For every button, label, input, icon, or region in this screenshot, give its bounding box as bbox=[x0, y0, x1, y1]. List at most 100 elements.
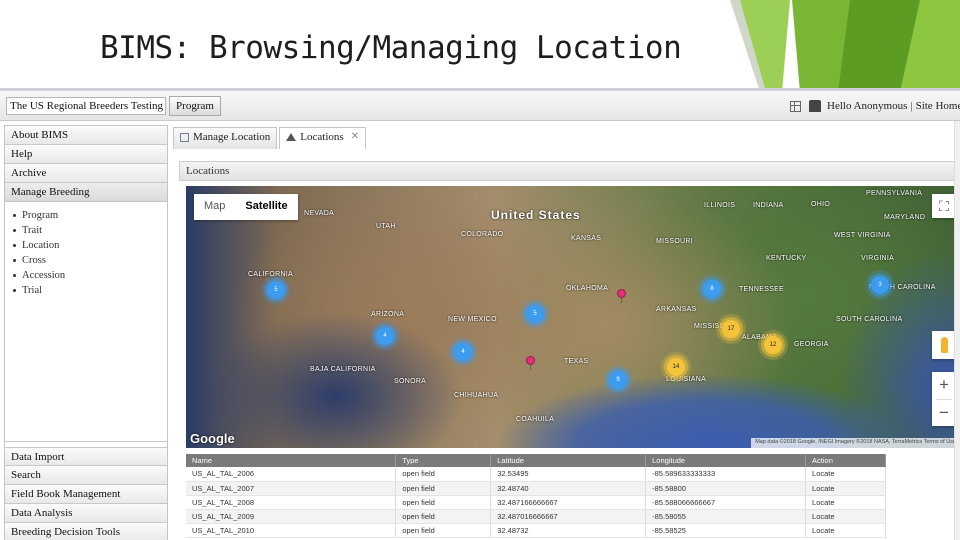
submenu-label: Location bbox=[22, 240, 60, 251]
submenu-item-cross[interactable]: Cross bbox=[13, 253, 167, 268]
state-label: BAJA CALIFORNIA bbox=[310, 366, 376, 373]
state-label: MARYLAND bbox=[884, 214, 926, 221]
sidebar-item-data-analysis[interactable]: Data Analysis bbox=[5, 504, 167, 523]
google-logo: Google bbox=[190, 431, 235, 446]
state-label: NEW MEXICO bbox=[448, 316, 497, 323]
sidebar-item-breeding-decision-tools[interactable]: Breeding Decision Tools bbox=[5, 523, 167, 540]
column-header-type[interactable]: Type bbox=[395, 454, 492, 467]
fullscreen-icon[interactable]: ⛶ bbox=[932, 194, 956, 218]
tab-locations[interactable]: Locations ✕ bbox=[279, 127, 367, 149]
browser-screenshot: The US Regional Breeders Testing Net Pro… bbox=[0, 88, 960, 540]
cell-type: open field bbox=[395, 523, 492, 538]
location-pin[interactable] bbox=[526, 356, 535, 370]
sidebar-item-search[interactable]: Search bbox=[5, 466, 167, 485]
location-pin[interactable] bbox=[617, 289, 626, 303]
zoom-control: + − bbox=[932, 372, 956, 426]
cell-name: US_AL_TAL_2008 bbox=[186, 495, 397, 510]
state-label: VIRGINIA bbox=[861, 255, 895, 262]
state-label: PENNSYLVANIA bbox=[866, 190, 923, 197]
country-label: United States bbox=[491, 208, 581, 222]
state-label: CALIFORNIA bbox=[248, 271, 294, 278]
state-label: TEXAS bbox=[564, 358, 589, 365]
submenu-label: Program bbox=[22, 210, 59, 221]
program-button[interactable]: Program bbox=[169, 96, 221, 116]
separator: | bbox=[910, 100, 913, 112]
site-home-link[interactable]: Site Home bbox=[916, 100, 960, 112]
submenu-item-trial[interactable]: Trial bbox=[13, 283, 167, 298]
terrain-icon bbox=[286, 133, 297, 141]
submenu-label: Accession bbox=[22, 270, 66, 281]
submenu-item-trait[interactable]: Trait bbox=[13, 223, 167, 238]
bullet-icon bbox=[13, 274, 16, 277]
state-label: KENTUCKY bbox=[766, 255, 807, 262]
locate-link[interactable]: Locate bbox=[805, 509, 886, 524]
bullet-icon bbox=[13, 229, 16, 232]
submenu-label: Cross bbox=[22, 255, 46, 266]
sidebar-item-data-import[interactable]: Data Import bbox=[5, 447, 167, 466]
panel-title: Locations bbox=[179, 161, 960, 181]
cluster-marker[interactable]: 5 bbox=[526, 305, 544, 323]
state-label: CHIHUAHUA bbox=[454, 392, 499, 399]
cluster-marker[interactable]: 12 bbox=[764, 336, 782, 354]
submenu-label: Trait bbox=[22, 225, 43, 236]
locate-link[interactable]: Locate bbox=[805, 495, 886, 510]
zoom-out-button[interactable]: − bbox=[932, 400, 956, 427]
cell-latitude: 32.487166666667 bbox=[490, 495, 647, 510]
greeting-text: Hello Anonymous bbox=[827, 100, 908, 112]
column-header-latitude[interactable]: Latitude bbox=[490, 454, 647, 467]
locate-link[interactable]: Locate bbox=[805, 481, 886, 496]
tab-label: Locations bbox=[300, 131, 344, 143]
tab-strip: Manage Location Locations ✕ bbox=[173, 127, 368, 149]
cluster-marker[interactable]: 4 bbox=[376, 327, 394, 345]
user-icon bbox=[809, 100, 821, 112]
sidebar-item-about-bims[interactable]: About BIMS bbox=[5, 126, 167, 145]
cell-type: open field bbox=[395, 481, 492, 496]
state-label: ARKANSAS bbox=[656, 306, 697, 313]
cell-longitude: -85.58055 bbox=[645, 509, 807, 524]
tab-manage-location[interactable]: Manage Location bbox=[173, 127, 278, 149]
sidebar-item-manage-breeding[interactable]: Manage Breeding bbox=[5, 183, 167, 202]
sidebar-item-archive[interactable]: Archive bbox=[5, 164, 167, 183]
column-header-action[interactable]: Action bbox=[805, 454, 886, 467]
cluster-marker[interactable]: 14 bbox=[667, 358, 685, 376]
bullet-icon bbox=[13, 244, 16, 247]
state-label: ARIZONA bbox=[371, 311, 405, 318]
location-map[interactable]: Map Satellite United States PENNSYLVANIA… bbox=[186, 186, 960, 448]
cell-type: open field bbox=[395, 467, 492, 482]
map-attribution: Map data ©2018 Google, INEGI Imagery ©20… bbox=[751, 438, 960, 448]
map-type-satellite[interactable]: Satellite bbox=[235, 194, 297, 220]
bullet-icon bbox=[13, 214, 16, 217]
cell-latitude: 32.53495 bbox=[490, 467, 647, 482]
locate-link[interactable]: Locate bbox=[805, 523, 886, 538]
map-type-map[interactable]: Map bbox=[194, 194, 235, 220]
sidebar-item-field-book-management[interactable]: Field Book Management bbox=[5, 485, 167, 504]
close-icon[interactable]: ✕ bbox=[351, 131, 359, 142]
locate-link[interactable]: Locate bbox=[805, 467, 886, 482]
cluster-marker[interactable]: 8 bbox=[703, 280, 721, 298]
cluster-marker[interactable]: 4 bbox=[454, 343, 472, 361]
submenu-item-program[interactable]: Program bbox=[13, 208, 167, 223]
cluster-marker[interactable]: 3 bbox=[871, 276, 889, 294]
submenu-item-location[interactable]: Location bbox=[13, 238, 167, 253]
submenu-item-accession[interactable]: Accession bbox=[13, 268, 167, 283]
cluster-marker[interactable]: 5 bbox=[267, 281, 285, 299]
street-view-icon[interactable] bbox=[932, 331, 956, 359]
zoom-in-button[interactable]: + bbox=[932, 372, 956, 399]
column-header-longitude[interactable]: Longitude bbox=[645, 454, 807, 467]
table-row: US_AL_TAL_2010 open field 32.48732 -85.5… bbox=[186, 523, 886, 538]
cluster-marker[interactable]: 9 bbox=[609, 371, 627, 389]
table-row: US_AL_TAL_2009 open field 32.48701666666… bbox=[186, 509, 886, 524]
state-label: UTAH bbox=[376, 223, 396, 230]
cell-name: US_AL_TAL_2006 bbox=[186, 467, 397, 482]
cluster-marker[interactable]: 17 bbox=[722, 320, 740, 338]
state-label: INDIANA bbox=[753, 202, 784, 209]
page-scrollbar[interactable] bbox=[954, 121, 960, 540]
cell-name: US_AL_TAL_2009 bbox=[186, 509, 397, 524]
sidebar-item-help[interactable]: Help bbox=[5, 145, 167, 164]
cell-longitude: -85.58800 bbox=[645, 481, 807, 496]
submenu-label: Trial bbox=[22, 285, 43, 296]
slide-title: BIMS: Browsing/Managing Location bbox=[100, 30, 682, 66]
column-header-name[interactable]: Name bbox=[186, 454, 397, 467]
grid-icon[interactable] bbox=[790, 100, 801, 112]
app-name-field[interactable]: The US Regional Breeders Testing Net bbox=[6, 97, 166, 115]
